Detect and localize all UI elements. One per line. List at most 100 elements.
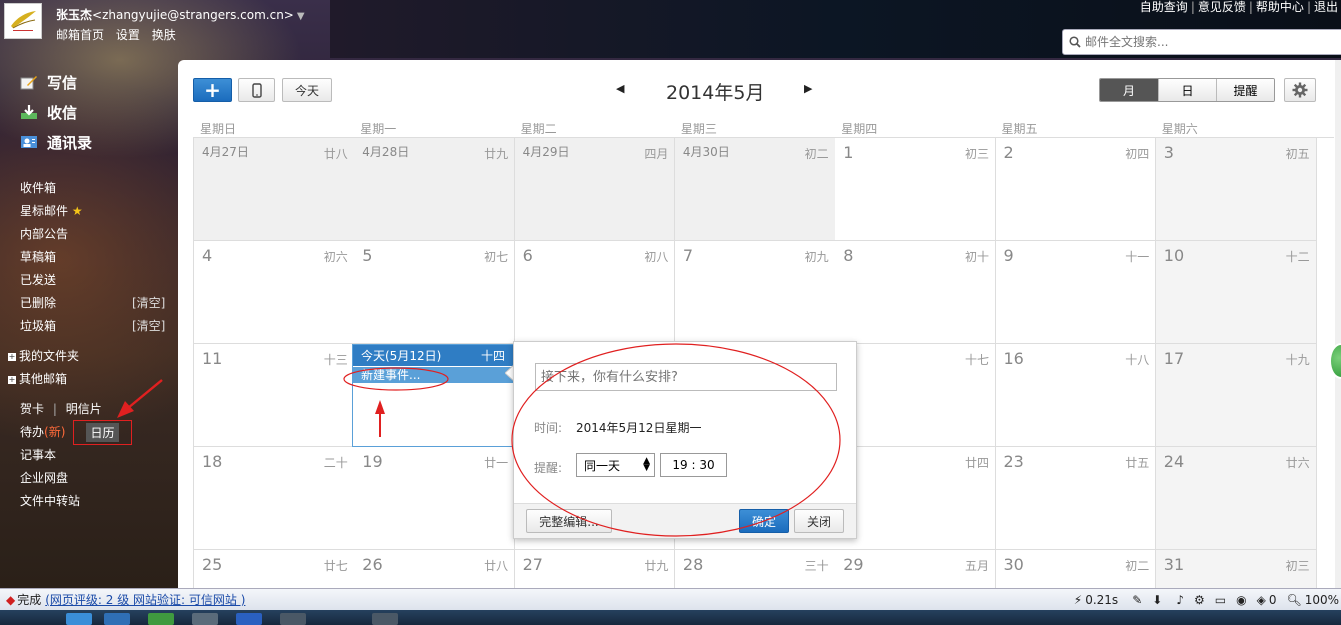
card-icon[interactable]: ▭ [1215,593,1226,607]
self-service-link[interactable]: 自助查询 [1137,0,1191,14]
feather-icon[interactable]: ✎ [1132,593,1142,607]
inbox-button[interactable]: 收信 [20,100,77,124]
add-event-button[interactable]: + [193,78,232,102]
mail-home-link[interactable]: 邮箱首页 [56,28,104,42]
day-cell[interactable]: 8 初十 [835,241,996,344]
calendar-link[interactable]: 日历 [73,420,132,445]
day-cell[interactable]: 4月27日 廿八 [194,138,355,241]
remind-day-select[interactable]: 同一天 ▲ ▼ [576,453,655,477]
tools-icon[interactable]: ⚙ [1194,593,1205,607]
folder-sent[interactable]: 已发送 [20,271,56,288]
site-rating-link[interactable]: (网页评级: 2 级 网站验证: 可信网站 ) [45,591,245,608]
logout-link[interactable]: 退出 [1311,0,1341,14]
empty-spam-link[interactable]: [清空] [132,317,165,334]
folder-deleted[interactable]: 已删除 [20,294,56,311]
taskbar-app-icon[interactable] [104,613,130,625]
day-cell[interactable]: 10 十二 [1155,241,1317,344]
lunar-date: 廿一 [484,456,509,470]
folder-drafts[interactable]: 草稿箱 [20,248,56,265]
zoom-level[interactable]: 100% [1305,593,1339,607]
change-skin-link[interactable]: 换肤 [152,28,176,42]
compose-button[interactable]: 写信 [20,70,77,94]
month-title: 2014年5月 [666,82,765,104]
prev-month-arrow[interactable]: ◀ [616,82,624,95]
new-event-item[interactable]: 新建事件... [353,367,513,383]
dialog-footer: 完整编辑... 确定 关闭 [514,503,856,538]
day-cell[interactable]: 19 廿一 [354,447,516,550]
chevron-down-icon[interactable]: ▼ [297,11,305,22]
taskbar-app-icon[interactable] [148,613,174,625]
day-cell[interactable]: 2 初四 [995,138,1157,241]
taskbar-app-icon[interactable] [280,613,306,625]
settings-button[interactable] [1284,78,1316,102]
day-cell[interactable]: 11 十三 [194,344,355,447]
next-month-arrow[interactable]: ▶ [804,82,812,95]
eye-icon[interactable]: ◉ [1236,593,1246,607]
today-button[interactable]: 今天 [282,78,332,102]
lightning-icon: ⚡ [1073,592,1083,607]
day-cell[interactable]: 18 二十 [194,447,355,550]
day-cell[interactable]: 4月29日 四月 [514,138,676,241]
month-view-tab[interactable]: 月 [1100,79,1158,101]
day-number: 6 [522,246,533,265]
remind-time-input[interactable]: 19 : 30 [660,453,727,477]
close-button[interactable]: 关闭 [794,509,844,533]
volume-icon[interactable]: ♪ [1176,593,1184,607]
day-cell[interactable]: 24 廿六 [1155,447,1317,550]
day-cell[interactable]: 23 廿五 [995,447,1157,550]
day-cell[interactable]: 4月30日 初二 [674,138,836,241]
download-icon[interactable]: ⬇ [1152,593,1162,607]
taskbar-app-icon[interactable] [66,613,92,625]
netdisk-link[interactable]: 企业网盘 [20,469,68,486]
lunar-date: 廿五 [1125,456,1150,470]
taskbar-app-icon[interactable] [372,613,398,625]
weekday-label: 星期五 [1001,122,1038,136]
day-cell[interactable]: 16 十八 [995,344,1157,447]
folder-inbox[interactable]: 收件箱 [20,179,56,196]
day-cell[interactable]: 4 初六 [194,241,355,344]
folder-starred[interactable]: 星标邮件 ★ [20,202,83,219]
my-folders-toggle[interactable]: + 我的文件夹 [8,347,79,364]
file-transfer-link[interactable]: 文件中转站 [20,492,80,509]
feedback-link[interactable]: 意见反馈 [1195,0,1249,14]
folder-announcements[interactable]: 内部公告 [20,225,68,242]
help-center-link[interactable]: 帮助中心 [1253,0,1307,14]
todo-link[interactable]: 待办(新) [20,423,65,440]
taskbar-app-icon[interactable] [192,613,218,625]
day-cell[interactable]: 5 初七 [354,241,516,344]
shield-icon[interactable]: ◈ [1257,593,1266,607]
star-icon: ★ [71,204,83,218]
day-cell[interactable]: 5十七 [835,344,996,447]
scrollbar[interactable] [1335,60,1341,588]
day-cell[interactable]: 1 初三 [835,138,996,241]
weekday-label: 星期四 [841,122,878,136]
folder-spam[interactable]: 垃圾箱 [20,317,56,334]
day-cell[interactable]: 17 十九 [1155,344,1317,447]
full-edit-button[interactable]: 完整编辑... [526,509,612,533]
browser-status-bar: ◆ 完成 (网页评级: 2 级 网站验证: 可信网站 ) ⚡ 0.21s ✎ ⬇… [0,588,1341,610]
mobile-button[interactable] [238,78,275,102]
settings-link[interactable]: 设置 [116,28,140,42]
day-number: 28 [682,555,704,574]
other-mailboxes-toggle[interactable]: + 其他邮箱 [8,370,67,387]
zoom-icon[interactable]: 🔍︎ [1286,593,1301,607]
search-input[interactable] [1085,35,1325,49]
postcard-link[interactable]: 明信片 [66,402,102,416]
day-cell[interactable]: 9 十一 [995,241,1157,344]
empty-deleted-link[interactable]: [清空] [132,294,165,311]
greeting-card-link[interactable]: 贺卡 [20,402,44,416]
search-box[interactable] [1062,29,1341,55]
day-cell[interactable]: 3 初五 [1155,138,1317,241]
taskbar-app-icon[interactable] [236,613,262,625]
reminder-view-tab[interactable]: 提醒 [1216,79,1274,101]
day-cell[interactable]: 6 初八 [514,241,676,344]
contacts-button[interactable]: 通讯录 [20,130,92,154]
notepad-link[interactable]: 记事本 [20,446,56,463]
day-view-tab[interactable]: 日 [1158,79,1216,101]
day-cell[interactable]: 7 初九 [674,241,836,344]
user-identity[interactable]: 张玉杰<zhangyujie@strangers.com.cn> ▼ [56,6,305,23]
event-title-input[interactable] [535,363,837,391]
day-cell[interactable]: 4月28日 廿九 [354,138,516,241]
confirm-button[interactable]: 确定 [739,509,789,533]
day-cell[interactable]: 2廿四 [835,447,996,550]
